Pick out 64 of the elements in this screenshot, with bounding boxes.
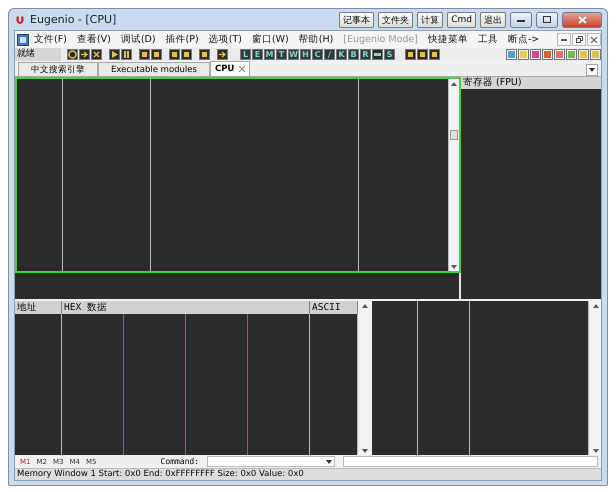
minimize-icon — [517, 18, 525, 22]
title-bar-button[interactable]: 文件夹 — [378, 12, 414, 28]
caret-icon — [589, 68, 595, 72]
window-title: Eugenio - [CPU] — [30, 13, 118, 26]
title-bar-button[interactable]: 计算 — [417, 12, 444, 28]
toolbar-button[interactable]: B — [348, 49, 359, 60]
toolbar-button[interactable]: E — [252, 49, 263, 60]
toolbar-button[interactable]: C — [312, 49, 323, 60]
registers-title: 寄存器 (FPU) — [461, 77, 601, 89]
minimize-button[interactable] — [557, 33, 571, 46]
close-square-icon[interactable] — [91, 49, 102, 60]
maximize-icon — [543, 16, 551, 23]
tab[interactable]: CPU — [210, 61, 250, 76]
tab[interactable]: 中文搜索引擎 — [18, 62, 98, 76]
toolbar-button[interactable]: R — [360, 49, 371, 60]
menu-item[interactable]: 选项(T) — [204, 33, 247, 46]
dropdown-button[interactable] — [586, 64, 598, 76]
menu-item[interactable]: 帮助(H) — [294, 33, 338, 46]
circle-plus-icon[interactable] — [67, 49, 78, 60]
menu-item[interactable]: 窗口(W) — [246, 33, 294, 46]
restore-icon — [576, 36, 582, 43]
scroll-bar[interactable] — [449, 79, 459, 271]
scroll-bar[interactable] — [360, 301, 370, 455]
maximize-button[interactable] — [536, 12, 558, 28]
close-icon[interactable] — [239, 66, 246, 72]
minimize-button[interactable] — [510, 12, 532, 28]
command-field[interactable] — [207, 456, 336, 467]
command-label: Command: — [160, 457, 200, 466]
close-button[interactable] — [587, 33, 601, 46]
document-icon[interactable] — [17, 34, 29, 46]
scroll-bar[interactable] — [591, 301, 601, 455]
menu-item[interactable]: 插件(P) — [160, 33, 204, 46]
go-to-icon[interactable] — [217, 49, 228, 60]
menu-item[interactable]: 查看(V) — [72, 33, 116, 46]
play-icon[interactable] — [109, 49, 120, 60]
minimize-icon — [561, 38, 567, 40]
close-icon — [578, 16, 586, 24]
status-label: 就绪 — [15, 48, 61, 61]
caret-icon — [326, 460, 332, 464]
menu-item[interactable]: 文件(F) — [29, 33, 72, 46]
menu-item[interactable]: 断点-> — [502, 33, 544, 46]
close-icon — [591, 36, 597, 42]
close-button[interactable] — [562, 12, 602, 28]
pause-icon[interactable] — [121, 49, 132, 60]
toolbar-button[interactable]: S — [384, 49, 395, 60]
toolbar-button[interactable]: M — [264, 49, 275, 60]
toolbar-button[interactable]: K — [336, 49, 347, 60]
menu-item[interactable]: 快捷菜单 — [422, 33, 473, 46]
status-bar: Memory Window 1 Start: 0x0 End: 0xFFFFFFFF Size: 0x0 Value: 0x0 — [15, 468, 601, 480]
title-bar-button[interactable]: 记事本 — [339, 12, 374, 28]
restore-button[interactable] — [572, 33, 586, 46]
arrow-icon[interactable] — [79, 49, 90, 60]
toolbar-button[interactable]: / — [324, 49, 335, 60]
toolbar-button[interactable]: L — [240, 49, 251, 60]
menu-item[interactable]: 调试(D) — [116, 33, 161, 46]
toolbar-button[interactable]: T — [276, 49, 287, 60]
toolbar-button[interactable]: W — [288, 49, 299, 60]
menu-item[interactable]: 工具 — [472, 33, 503, 46]
tab[interactable]: Executable modules — [98, 62, 210, 76]
title-bar-button[interactable]: 退出 — [480, 12, 506, 28]
app-logo-icon — [14, 14, 26, 26]
title-bar-button[interactable]: Cmd — [447, 12, 476, 28]
toolbar-button[interactable]: H — [300, 49, 311, 60]
input-field[interactable] — [343, 456, 598, 467]
